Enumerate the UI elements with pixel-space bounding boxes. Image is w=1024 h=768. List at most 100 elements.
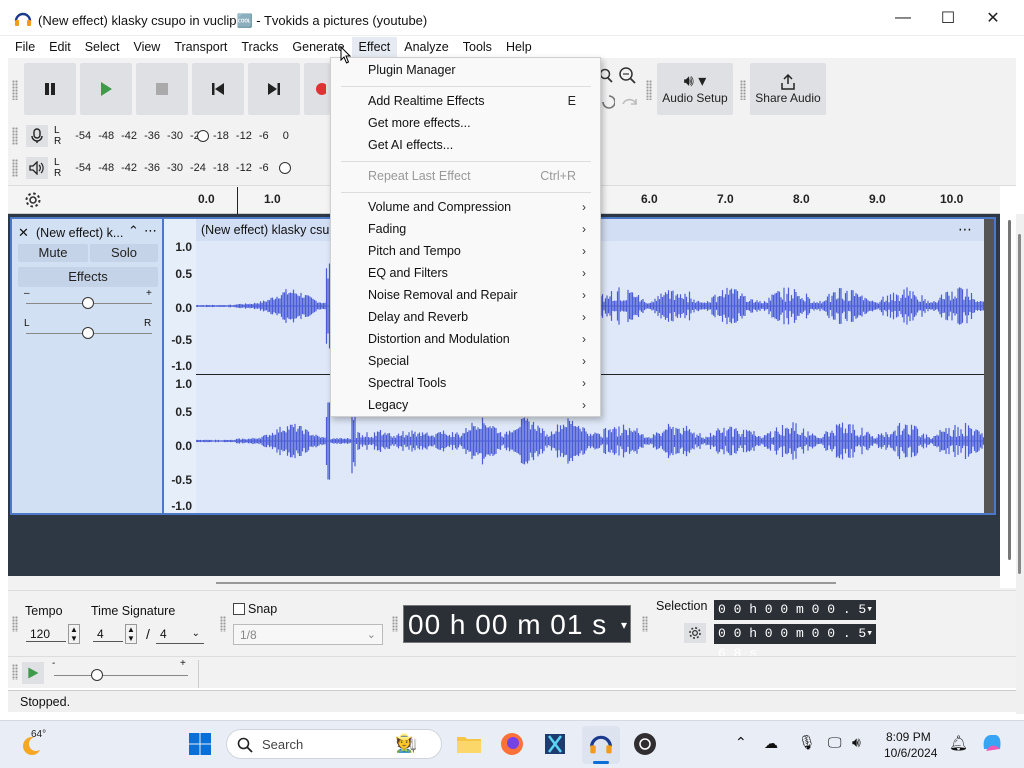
speed-slider-thumb[interactable] — [91, 669, 103, 681]
menu-item-distortion-and-modulation[interactable]: Distortion and Modulation › — [331, 328, 600, 350]
toolbar-grip[interactable] — [12, 159, 18, 177]
zoom-in-icon[interactable] — [599, 68, 615, 84]
time-signature-numerator[interactable]: 4 ▲ ▼ — [93, 624, 141, 644]
file-explorer-icon[interactable] — [455, 730, 483, 758]
taskbar-search-box[interactable]: Search 🧑‍🌾 — [226, 729, 442, 759]
obs-studio-icon[interactable] — [631, 730, 659, 758]
selection-end-field[interactable]: 0 0 h 0 0 m 0 0 . 5 6 8 s ▾ — [714, 624, 876, 661]
clip-menu-icon[interactable]: ⋯ — [958, 221, 972, 238]
skip-to-end-button[interactable] — [248, 63, 300, 115]
play-button[interactable] — [80, 63, 132, 115]
toolbar-grip[interactable] — [392, 616, 398, 632]
time-signature-denominator[interactable]: 4 ⌄ — [156, 624, 204, 644]
play-at-speed-button[interactable] — [22, 662, 44, 684]
menu-item-pitch-and-tempo[interactable]: Pitch and Tempo › — [331, 240, 600, 262]
toolbar-grip[interactable] — [12, 127, 18, 145]
stop-button[interactable] — [136, 63, 188, 115]
chevron-down-icon[interactable]: ▾ — [866, 624, 873, 644]
menu-transport[interactable]: Transport — [167, 37, 234, 57]
clip-end-handle[interactable] — [984, 219, 994, 513]
menu-item-volume-and-compression[interactable]: Volume and Compression › — [331, 196, 600, 218]
toolbar-grip[interactable] — [220, 616, 226, 632]
display-icon[interactable]: 🖵 — [828, 734, 842, 751]
menu-effect[interactable]: Effect — [351, 37, 398, 57]
effects-button[interactable]: Effects — [18, 267, 158, 287]
share-audio-button[interactable]: Share Audio — [750, 63, 826, 115]
capcut-app-icon[interactable] — [541, 730, 569, 758]
chevron-down-icon[interactable]: ▾ — [866, 600, 873, 620]
tempo-field[interactable]: 120 ▲ ▼ — [26, 624, 84, 644]
timeline-settings-gear-icon[interactable] — [24, 191, 42, 209]
vertical-scrollbar[interactable] — [1016, 214, 1024, 714]
undo-icon[interactable] — [601, 94, 616, 110]
zoom-toggle-icon[interactable] — [618, 66, 638, 86]
menu-tools[interactable]: Tools — [456, 37, 499, 57]
chevron-up-icon[interactable]: ⌃ — [735, 734, 747, 751]
pause-button[interactable] — [24, 63, 76, 115]
toolbar-grip[interactable] — [12, 616, 18, 632]
record-button[interactable] — [304, 63, 330, 115]
windows-start-icon[interactable] — [186, 730, 214, 758]
clock-date[interactable]: 10/6/2024 — [884, 746, 937, 760]
menu-edit[interactable]: Edit — [42, 37, 78, 57]
menu-item-special[interactable]: Special › — [331, 350, 600, 372]
toolbar-grip[interactable] — [12, 80, 18, 100]
time-format-dropdown-icon[interactable]: ▾ — [621, 606, 628, 644]
pan-slider-thumb[interactable] — [82, 327, 94, 339]
copilot-icon[interactable] — [980, 731, 1004, 755]
toolbar-grip[interactable] — [646, 80, 652, 100]
track-control-panel[interactable]: ✕ (New effect) k... ⌃ ⋯ Mute Solo Effect… — [10, 217, 164, 515]
numerator-stepper-icon[interactable]: ▲ ▼ — [125, 624, 137, 644]
speed-slider-track[interactable] — [54, 675, 188, 676]
skip-to-start-button[interactable] — [192, 63, 244, 115]
horizontal-scrollbar[interactable] — [216, 582, 836, 584]
toolbar-grip[interactable] — [740, 80, 746, 100]
menu-file[interactable]: File — [8, 37, 42, 57]
tempo-stepper-icon[interactable]: ▲ ▼ — [68, 624, 80, 644]
speaker-meter-icon[interactable] — [26, 157, 48, 179]
solo-button[interactable]: Solo — [90, 244, 158, 262]
menu-select[interactable]: Select — [78, 37, 127, 57]
scrollbar-thumb[interactable] — [1018, 234, 1021, 574]
selection-start-field[interactable]: 0 0 h 0 0 m 0 0 . 5 6 8 s ▾ — [714, 600, 876, 637]
close-track-icon[interactable]: ✕ — [18, 225, 29, 241]
playback-level-slider-thumb[interactable] — [279, 162, 291, 174]
track-name[interactable]: (New effect) k... — [36, 226, 123, 240]
menu-item-noise-removal-and-repair[interactable]: Noise Removal and Repair › — [331, 284, 600, 306]
toolbar-grip[interactable] — [642, 616, 648, 632]
menu-item-spectral-tools[interactable]: Spectral Tools › — [331, 372, 600, 394]
snap-dropdown[interactable]: 1/8 ⌄ — [233, 624, 383, 645]
menu-item-eq-and-filters[interactable]: EQ and Filters › — [331, 262, 600, 284]
menu-tracks[interactable]: Tracks — [234, 37, 285, 57]
close-button[interactable]: ✕ — [970, 4, 1016, 32]
menu-view[interactable]: View — [126, 37, 167, 57]
menu-item-delay-and-reverb[interactable]: Delay and Reverb › — [331, 306, 600, 328]
menu-item-plugin-manager[interactable]: Plugin Manager — [331, 59, 600, 81]
gain-slider-thumb[interactable] — [82, 297, 94, 309]
audacity-taskbar-button[interactable] — [582, 726, 620, 764]
time-display[interactable]: 00 h 00 m 01 s ▾ — [403, 605, 631, 643]
network-offline-icon[interactable]: ☁ — [764, 735, 778, 752]
track-scrollbar-thumb[interactable] — [1008, 220, 1011, 560]
menu-item-get-ai-effects[interactable]: Get AI effects... — [331, 134, 600, 156]
selection-settings-gear-icon[interactable] — [684, 623, 706, 643]
menu-item-get-more-effects[interactable]: Get more effects... — [331, 112, 600, 134]
firefox-icon[interactable] — [498, 730, 526, 758]
clock-time[interactable]: 8:09 PM — [886, 730, 931, 744]
maximize-button[interactable]: ☐ — [925, 4, 971, 32]
microphone-tray-icon[interactable]: 🎙︎ — [798, 734, 816, 751]
menu-analyze[interactable]: Analyze — [397, 37, 455, 57]
minimize-button[interactable]: — — [880, 4, 926, 32]
microphone-icon[interactable] — [26, 125, 48, 147]
menu-item-fading[interactable]: Fading › — [331, 218, 600, 240]
record-level-slider-thumb[interactable] — [197, 130, 209, 142]
toolbar-grip[interactable] — [12, 664, 18, 680]
snap-checkbox[interactable] — [233, 603, 245, 615]
collapse-track-icon[interactable]: ⌃ — [128, 223, 139, 239]
menu-help[interactable]: Help — [499, 37, 539, 57]
volume-icon[interactable]: 🔊︎ — [852, 734, 861, 751]
menu-item-add-realtime-effects[interactable]: Add Realtime Effects E — [331, 90, 600, 112]
record-meter[interactable]: LR -54 -48 -42 -36 -30 -24 -18 -12 -6 0 — [8, 122, 328, 150]
mute-button[interactable]: Mute — [18, 244, 88, 262]
audio-setup-button[interactable]: 🔊︎ ▾ Audio Setup — [657, 63, 733, 115]
